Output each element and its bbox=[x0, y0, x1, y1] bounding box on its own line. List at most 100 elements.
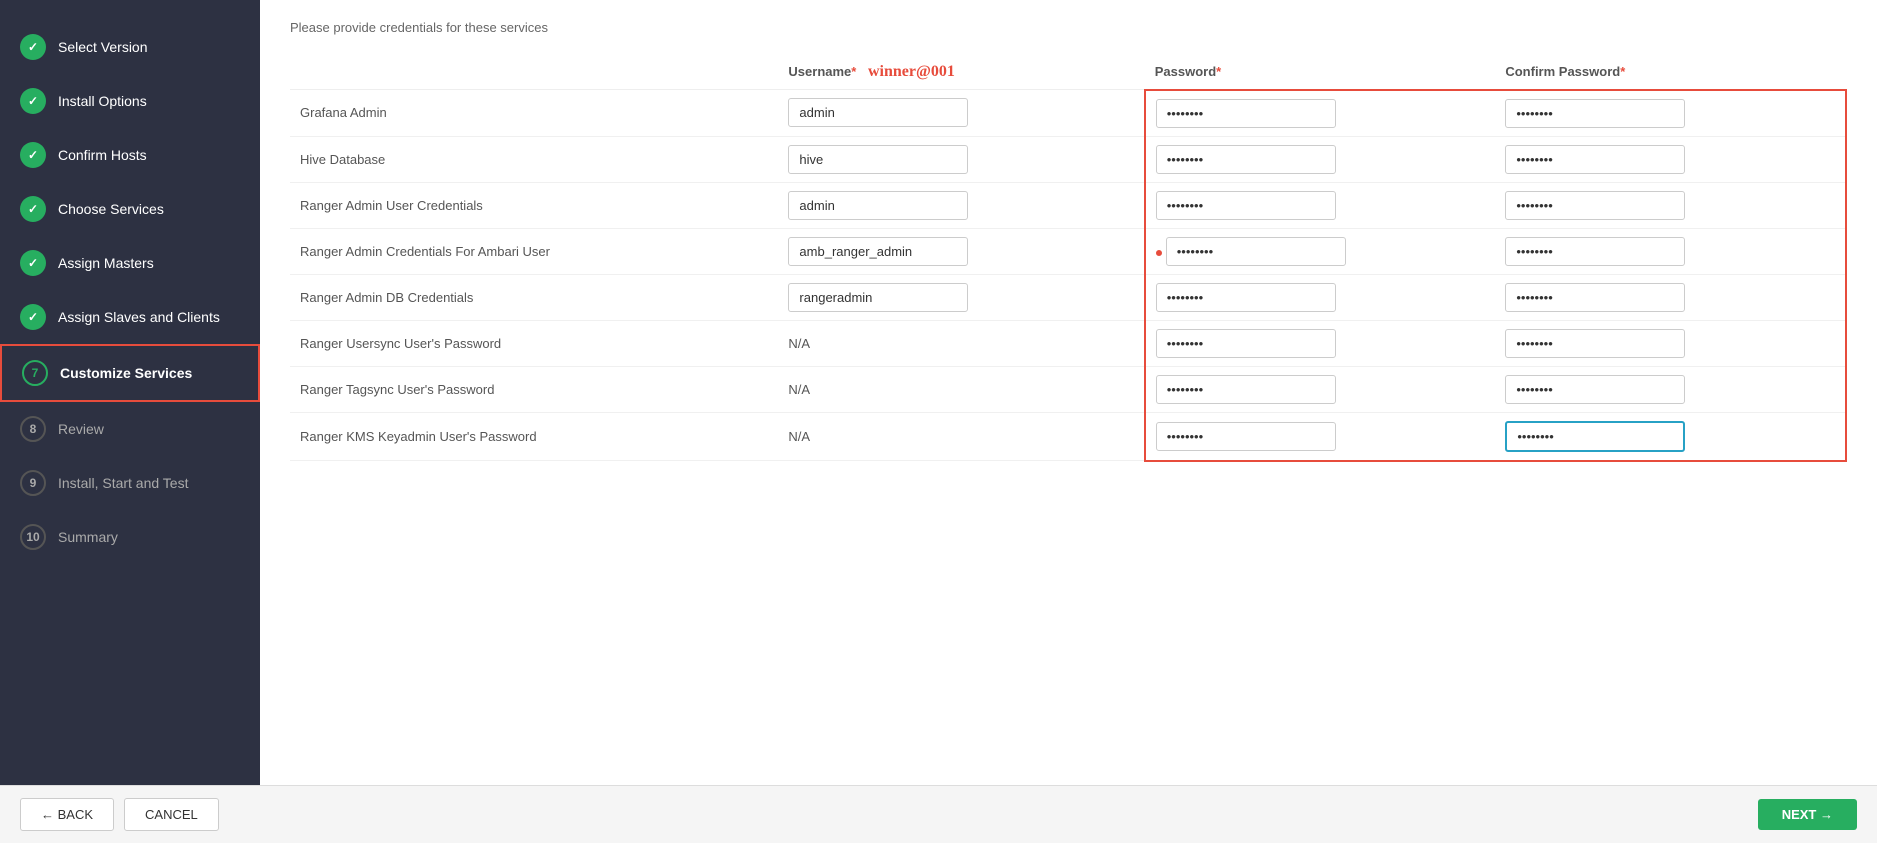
sidebar-label-9: Summary bbox=[58, 529, 118, 545]
table-row: Ranger Admin Credentials For Ambari User bbox=[290, 228, 1846, 274]
password-label: Password bbox=[1155, 64, 1216, 79]
service-label: Ranger Admin User Credentials bbox=[290, 182, 778, 228]
sidebar-item-install-options: ✓ Install Options bbox=[0, 74, 260, 128]
sidebar-label-1: Install Options bbox=[58, 93, 147, 109]
username-input[interactable] bbox=[788, 191, 968, 220]
password-cell bbox=[1145, 274, 1496, 320]
username-cell bbox=[778, 228, 1144, 274]
password-input[interactable] bbox=[1156, 422, 1336, 451]
sidebar-item-customize-services[interactable]: 7 Customize Services bbox=[0, 344, 260, 402]
sidebar-item-summary: 10 Summary bbox=[0, 510, 260, 564]
password-cell bbox=[1145, 320, 1496, 366]
password-cell bbox=[1145, 366, 1496, 412]
sidebar-label-2: Confirm Hosts bbox=[58, 147, 147, 163]
back-button[interactable]: ← BACK bbox=[20, 798, 114, 831]
username-cell: N/A bbox=[778, 366, 1144, 412]
username-input[interactable] bbox=[788, 237, 968, 266]
table-row: Ranger KMS Keyadmin User's PasswordN/A bbox=[290, 412, 1846, 461]
sidebar-label-6: Customize Services bbox=[60, 365, 192, 381]
username-input[interactable] bbox=[788, 98, 968, 127]
sidebar-item-choose-services: ✓Choose Services bbox=[0, 182, 260, 236]
confirm-password-column-header: Confirm Password* bbox=[1495, 55, 1846, 90]
table-row: Ranger Usersync User's PasswordN/A bbox=[290, 320, 1846, 366]
sidebar-label-8: Install, Start and Test bbox=[58, 475, 188, 491]
service-label: Ranger Tagsync User's Password bbox=[290, 366, 778, 412]
service-label: Ranger Admin Credentials For Ambari User bbox=[290, 228, 778, 274]
service-label: Grafana Admin bbox=[290, 90, 778, 137]
step-icon-8: 9 bbox=[20, 470, 46, 496]
next-button[interactable]: NEXT → bbox=[1758, 799, 1857, 830]
password-input[interactable] bbox=[1156, 145, 1336, 174]
sidebar: ✓Select Version✓Install Options✓Confirm … bbox=[0, 0, 260, 785]
confirm-password-cell bbox=[1495, 412, 1846, 461]
confirm-password-input[interactable] bbox=[1505, 191, 1685, 220]
footer-left: ← BACK CANCEL bbox=[20, 798, 219, 831]
password-cell bbox=[1145, 228, 1496, 274]
confirm-password-cell bbox=[1495, 182, 1846, 228]
service-label: Ranger Admin DB Credentials bbox=[290, 274, 778, 320]
page-subtitle: Please provide credentials for these ser… bbox=[290, 20, 1847, 35]
step-icon-9: 10 bbox=[20, 524, 46, 550]
sidebar-item-assign-slaves-and-clients: ✓Assign Slaves and Clients bbox=[0, 290, 260, 344]
service-label: Ranger KMS Keyadmin User's Password bbox=[290, 412, 778, 461]
step-icon-7: 8 bbox=[20, 416, 46, 442]
confirm-password-cell bbox=[1495, 320, 1846, 366]
sidebar-label-5: Assign Slaves and Clients bbox=[58, 309, 220, 325]
username-label: Username bbox=[788, 64, 851, 79]
username-cell: N/A bbox=[778, 320, 1144, 366]
label-column-header bbox=[290, 55, 778, 90]
sidebar-item-confirm-hosts: ✓ Confirm Hosts bbox=[0, 128, 260, 182]
step-icon-2: ✓ bbox=[20, 142, 46, 168]
password-input[interactable] bbox=[1156, 99, 1336, 128]
password-input[interactable] bbox=[1156, 191, 1336, 220]
username-cell: N/A bbox=[778, 412, 1144, 461]
username-input[interactable] bbox=[788, 145, 968, 174]
footer: ← BACK CANCEL NEXT → bbox=[0, 785, 1877, 843]
password-input[interactable] bbox=[1156, 375, 1336, 404]
confirm-password-input[interactable] bbox=[1505, 237, 1685, 266]
confirm-password-cell bbox=[1495, 90, 1846, 137]
step-icon-0: ✓ bbox=[20, 34, 46, 60]
sidebar-item-install,-start-and-test: 9 Install, Start and Test bbox=[0, 456, 260, 510]
password-input[interactable] bbox=[1156, 283, 1336, 312]
sidebar-item-assign-masters: ✓Assign Masters bbox=[0, 236, 260, 290]
table-row: Hive Database bbox=[290, 136, 1846, 182]
cancel-button[interactable]: CANCEL bbox=[124, 798, 219, 831]
error-dot bbox=[1156, 250, 1162, 256]
confirm-password-cell bbox=[1495, 136, 1846, 182]
confirm-password-input[interactable] bbox=[1505, 283, 1685, 312]
table-row: Grafana Admin bbox=[290, 90, 1846, 137]
sidebar-label-7: Review bbox=[58, 421, 104, 437]
confirm-password-cell bbox=[1495, 366, 1846, 412]
password-cell bbox=[1145, 90, 1496, 137]
confirm-password-cell bbox=[1495, 274, 1846, 320]
confirm-password-input[interactable] bbox=[1505, 99, 1685, 128]
username-input[interactable] bbox=[788, 283, 968, 312]
step-icon-1: ✓ bbox=[20, 88, 46, 114]
confirm-password-input[interactable] bbox=[1505, 375, 1685, 404]
username-cell bbox=[778, 90, 1144, 137]
confirm-password-input[interactable] bbox=[1505, 329, 1685, 358]
password-column-header: Password* bbox=[1145, 55, 1496, 90]
confirm-password-label: Confirm Password bbox=[1505, 64, 1620, 79]
table-row: Ranger Tagsync User's Password N/A bbox=[290, 366, 1846, 412]
confirm-password-input[interactable] bbox=[1505, 421, 1685, 452]
step-icon-4: ✓ bbox=[20, 250, 46, 276]
step-icon-6: 7 bbox=[22, 360, 48, 386]
username-cell bbox=[778, 136, 1144, 182]
username-cell bbox=[778, 274, 1144, 320]
password-input[interactable] bbox=[1156, 329, 1336, 358]
step-icon-3: ✓ bbox=[20, 196, 46, 222]
sidebar-item-select-version: ✓Select Version bbox=[0, 20, 260, 74]
sidebar-item-review: 8 Review bbox=[0, 402, 260, 456]
password-input[interactable] bbox=[1166, 237, 1346, 266]
main-content: Please provide credentials for these ser… bbox=[260, 0, 1877, 785]
username-na: N/A bbox=[788, 336, 810, 351]
password-cell bbox=[1145, 136, 1496, 182]
service-label: Hive Database bbox=[290, 136, 778, 182]
table-row: Ranger Admin DB Credentials bbox=[290, 274, 1846, 320]
table-row: Ranger Admin User Credentials bbox=[290, 182, 1846, 228]
confirm-password-input[interactable] bbox=[1505, 145, 1685, 174]
password-cell bbox=[1145, 412, 1496, 461]
username-na: N/A bbox=[788, 382, 810, 397]
